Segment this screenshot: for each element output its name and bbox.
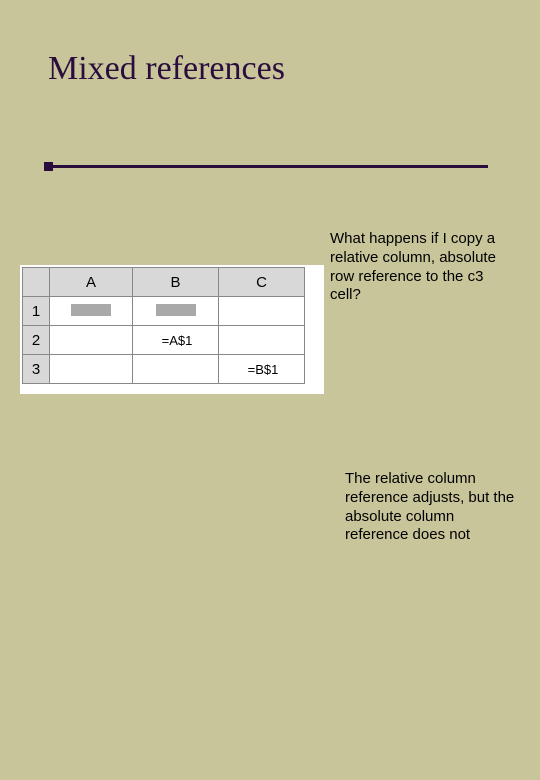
row-header-2: 2: [23, 326, 50, 355]
cell-a3: [50, 355, 133, 384]
cell-b1: [133, 297, 219, 326]
col-header-a: A: [50, 268, 133, 297]
rule-bullet-icon: [44, 162, 53, 171]
slide-inner: Mixed references A B C 1: [20, 20, 520, 760]
cell-c2: [219, 326, 305, 355]
table-row: 2 =A$1: [23, 326, 305, 355]
spreadsheet-table: A B C 1 2 =A$1 3: [22, 267, 305, 384]
cell-a1: [50, 297, 133, 326]
slide-title: Mixed references: [48, 50, 520, 88]
table-row: 3 =B$1: [23, 355, 305, 384]
cell-a2: [50, 326, 133, 355]
cell-c1: [219, 297, 305, 326]
table-corner: [23, 268, 50, 297]
cell-b3: [133, 355, 219, 384]
answer-text: The relative column reference adjusts, b…: [345, 470, 520, 545]
value-placeholder: [156, 304, 196, 316]
rule-shadow: [420, 168, 490, 174]
col-header-b: B: [133, 268, 219, 297]
value-placeholder: [71, 304, 111, 316]
cell-c3: =B$1: [219, 355, 305, 384]
row-header-1: 1: [23, 297, 50, 326]
table-row: 1: [23, 297, 305, 326]
title-rule: [48, 165, 488, 168]
spreadsheet: A B C 1 2 =A$1 3: [20, 265, 324, 394]
question-text: What happens if I copy a relative column…: [330, 230, 510, 305]
cell-b2: =A$1: [133, 326, 219, 355]
row-header-3: 3: [23, 355, 50, 384]
slide: Mixed references A B C 1: [0, 0, 540, 780]
col-header-c: C: [219, 268, 305, 297]
